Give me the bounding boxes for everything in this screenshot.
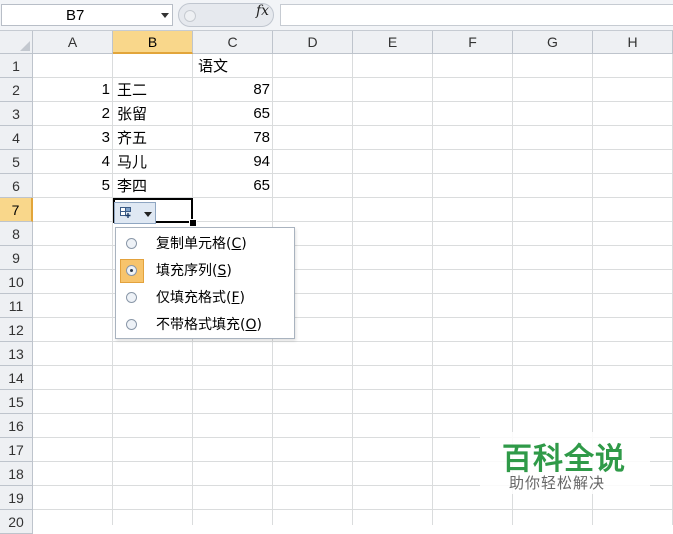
grip-icon bbox=[184, 10, 196, 22]
select-all-button[interactable] bbox=[0, 31, 33, 54]
radio-icon bbox=[126, 238, 137, 249]
gridline bbox=[33, 365, 673, 366]
autofill-options-button[interactable] bbox=[114, 202, 156, 224]
radio-selected-icon bbox=[126, 265, 137, 276]
cell-b4[interactable]: 齐五 bbox=[113, 126, 147, 150]
cell-c4[interactable]: 78 bbox=[193, 126, 273, 150]
insert-function-button[interactable]: fx bbox=[256, 3, 269, 19]
radio-icon bbox=[126, 292, 137, 303]
row-header-10[interactable]: 10 bbox=[0, 270, 33, 294]
row-header-11[interactable]: 11 bbox=[0, 294, 33, 318]
column-header-e[interactable]: E bbox=[353, 31, 433, 54]
row-header-12[interactable]: 12 bbox=[0, 318, 33, 342]
row-header-15[interactable]: 15 bbox=[0, 390, 33, 414]
watermark: 百科全说 助你轻松解决 bbox=[480, 432, 650, 494]
gridline bbox=[33, 341, 673, 342]
row-header-7[interactable]: 7 bbox=[0, 198, 33, 222]
column-header-d[interactable]: D bbox=[273, 31, 353, 54]
column-header-b[interactable]: B bbox=[113, 31, 193, 54]
row-header-17[interactable]: 17 bbox=[0, 438, 33, 462]
gridline bbox=[352, 54, 353, 525]
fill-handle[interactable] bbox=[189, 219, 197, 227]
row-header-19[interactable]: 19 bbox=[0, 486, 33, 510]
row-header-18[interactable]: 18 bbox=[0, 462, 33, 486]
row-header-14[interactable]: 14 bbox=[0, 366, 33, 390]
cell-b5[interactable]: 马儿 bbox=[113, 150, 147, 174]
cell-b6[interactable]: 李四 bbox=[113, 174, 147, 198]
menu-item-fill-series[interactable]: 填充序列(S) bbox=[118, 259, 292, 283]
cell-b3[interactable]: 张留 bbox=[113, 102, 147, 126]
column-header-f[interactable]: F bbox=[433, 31, 513, 54]
row-header-1[interactable]: 1 bbox=[0, 54, 33, 78]
gridline bbox=[432, 54, 433, 525]
cell-b2[interactable]: 王二 bbox=[113, 78, 147, 102]
cell-a4[interactable]: 3 bbox=[33, 126, 113, 150]
column-header-c[interactable]: C bbox=[193, 31, 273, 54]
row-header-6[interactable]: 6 bbox=[0, 174, 33, 198]
menu-item-label: 仅填充格式(F) bbox=[156, 290, 245, 306]
radio-icon bbox=[126, 319, 137, 330]
cell-c2[interactable]: 87 bbox=[193, 78, 273, 102]
radio-dot bbox=[130, 269, 133, 272]
cell-c1[interactable]: 语文 bbox=[194, 54, 228, 78]
formula-bar: B7 fx bbox=[0, 0, 673, 31]
cell-c3[interactable]: 65 bbox=[193, 102, 273, 126]
column-header-a[interactable]: A bbox=[33, 31, 113, 54]
row-header-16[interactable]: 16 bbox=[0, 414, 33, 438]
autofill-options-menu: 复制单元格(C) 填充序列(S) 仅填充格式(F) 不带格式填充(O) bbox=[115, 227, 295, 339]
menu-item-label: 复制单元格(C) bbox=[156, 236, 247, 252]
row-header-2[interactable]: 2 bbox=[0, 78, 33, 102]
name-box[interactable]: B7 bbox=[1, 4, 173, 26]
autofill-icon bbox=[120, 207, 131, 218]
menu-item-fill-without-formatting[interactable]: 不带格式填充(O) bbox=[118, 313, 292, 337]
row-header-9[interactable]: 9 bbox=[0, 246, 33, 270]
select-all-icon bbox=[20, 41, 30, 51]
menu-item-copy-cells[interactable]: 复制单元格(C) bbox=[118, 232, 292, 256]
cell-c5[interactable]: 94 bbox=[193, 150, 273, 174]
menu-item-fill-formatting-only[interactable]: 仅填充格式(F) bbox=[118, 286, 292, 310]
menu-item-label: 不带格式填充(O) bbox=[156, 317, 262, 333]
watermark-subtitle: 助你轻松解决 bbox=[509, 474, 606, 492]
row-header-20[interactable]: 20 bbox=[0, 510, 33, 534]
row-header-3[interactable]: 3 bbox=[0, 102, 33, 126]
column-header-h[interactable]: H bbox=[593, 31, 673, 54]
gridline bbox=[33, 389, 673, 390]
cell-a5[interactable]: 4 bbox=[33, 150, 113, 174]
cell-a2[interactable]: 1 bbox=[33, 78, 113, 102]
row-header-5[interactable]: 5 bbox=[0, 150, 33, 174]
gridline bbox=[33, 413, 673, 414]
row-header-4[interactable]: 4 bbox=[0, 126, 33, 150]
name-box-dropdown-icon[interactable] bbox=[161, 13, 169, 18]
name-box-value: B7 bbox=[66, 7, 85, 24]
cell-a3[interactable]: 2 bbox=[33, 102, 113, 126]
gridline bbox=[33, 509, 673, 510]
chevron-down-icon bbox=[144, 212, 152, 217]
row-header-8[interactable]: 8 bbox=[0, 222, 33, 246]
menu-item-label: 填充序列(S) bbox=[156, 263, 232, 279]
cell-c6[interactable]: 65 bbox=[193, 174, 273, 198]
cell-a6[interactable]: 5 bbox=[33, 174, 113, 198]
row-header-13[interactable]: 13 bbox=[0, 342, 33, 366]
column-header-g[interactable]: G bbox=[513, 31, 593, 54]
formula-input[interactable] bbox=[280, 4, 673, 26]
